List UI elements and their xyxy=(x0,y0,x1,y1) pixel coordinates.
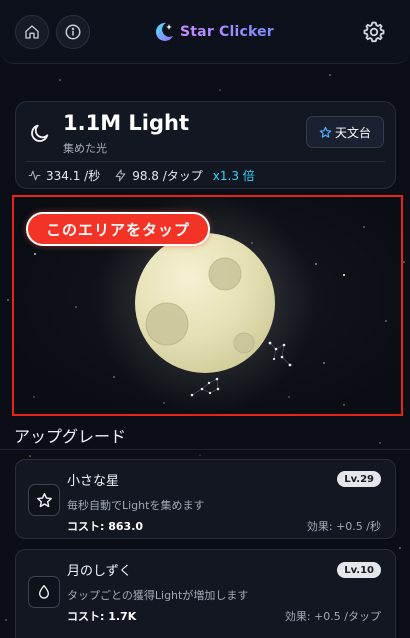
upgrade-icon-box xyxy=(28,576,60,608)
gear-icon xyxy=(363,21,385,43)
upgrade-name: 月のしずく xyxy=(67,564,132,579)
lightning-icon xyxy=(115,169,126,181)
drop-icon xyxy=(39,585,49,599)
upgrade-effect: 効果: +0.5 /タップ xyxy=(284,610,381,623)
moon-icon xyxy=(31,124,49,142)
upgrades-divider xyxy=(0,449,410,450)
upgrade-level-badge: Lv.29 xyxy=(337,471,381,487)
home-icon xyxy=(25,25,39,39)
light-stats: 334.1 /秒 98.8 /タップ x1.3 倍 xyxy=(28,166,255,184)
upgrade-icon-box xyxy=(28,484,60,516)
light-caption: 集めた光 xyxy=(63,142,107,155)
per-second-rate: 334.1 /秒 xyxy=(46,168,101,183)
upgrade-name: 小さな星 xyxy=(67,474,120,489)
settings-button[interactable] xyxy=(362,20,386,44)
tap-area[interactable]: このエリアをタップ xyxy=(12,195,403,416)
observatory-button[interactable]: 天文台 xyxy=(306,116,384,148)
upgrade-description: タップごとの獲得Lightが増加します xyxy=(67,589,249,602)
info-icon xyxy=(65,24,81,40)
light-summary-card: 1.1M Light 集めた光 天文台 334.1 /秒 98.8 /タップ x… xyxy=(15,101,396,189)
upgrade-card-moon-drop[interactable]: 月のしずく Lv.10 タップごとの獲得Lightが増加します コスト: 1.7… xyxy=(15,549,396,638)
upgrade-description: 毎秒自動でLightを集めます xyxy=(67,499,205,512)
per-tap-rate: 98.8 /タップ xyxy=(132,168,203,183)
light-total: 1.1M Light xyxy=(63,111,190,135)
app-header: Star Clicker xyxy=(0,0,410,64)
upgrade-level-badge: Lv.10 xyxy=(337,562,381,578)
crescent-star-logo-icon xyxy=(155,22,173,41)
tap-instruction-label: このエリアをタップ xyxy=(26,212,211,246)
star-outline-icon xyxy=(319,126,332,138)
activity-icon xyxy=(28,170,41,180)
star-icon xyxy=(36,492,52,507)
home-button[interactable] xyxy=(15,15,49,49)
upgrade-effect: 効果: +0.5 /秒 xyxy=(306,520,381,533)
info-button[interactable] xyxy=(56,15,90,49)
upgrade-cost: コスト: 863.0 xyxy=(67,520,144,533)
card-divider xyxy=(26,161,385,162)
upgrades-heading: アップグレード xyxy=(14,427,127,446)
observatory-label: 天文台 xyxy=(334,125,371,140)
multiplier: x1.3 倍 xyxy=(212,168,255,183)
upgrade-card-small-star[interactable]: 小さな星 Lv.29 毎秒自動でLightを集めます コスト: 863.0 効果… xyxy=(15,459,396,539)
app-logo[interactable]: Star Clicker xyxy=(152,16,274,48)
upgrade-cost: コスト: 1.7K xyxy=(67,610,137,623)
app-name: Star Clicker xyxy=(180,24,274,40)
